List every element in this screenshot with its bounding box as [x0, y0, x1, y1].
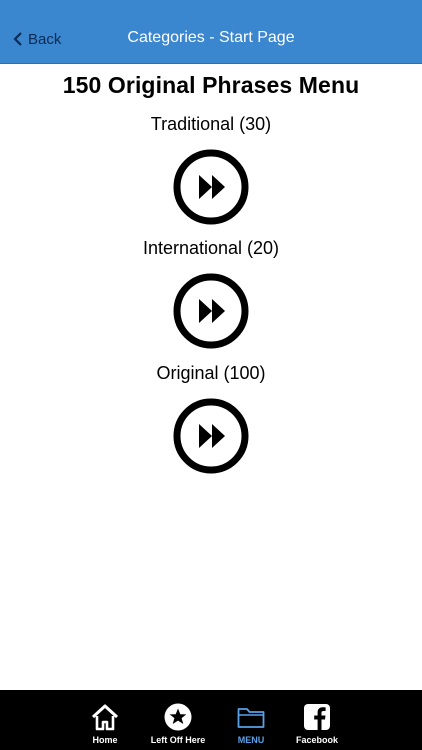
navigation-bar: Back Categories - Start Page	[0, 0, 422, 64]
tab-facebook[interactable]: Facebook	[284, 690, 350, 750]
home-icon	[91, 704, 119, 731]
tab-left-off-here[interactable]: Left Off Here	[138, 690, 218, 750]
category-traditional: Traditional (30)	[0, 114, 422, 226]
fast-forward-circle-icon[interactable]	[172, 397, 250, 475]
category-label: Traditional (30)	[150, 114, 272, 134]
tab-label: MENU	[237, 735, 265, 745]
fast-forward-circle-icon[interactable]	[172, 272, 250, 350]
page-title: 150 Original Phrases Menu	[62, 72, 360, 98]
star-icon	[164, 703, 192, 731]
category-label: International (20)	[142, 238, 280, 258]
facebook-icon	[304, 704, 330, 730]
main-content: 150 Original Phrases Menu Traditional (3…	[0, 64, 422, 690]
tab-label: Home	[92, 735, 118, 745]
tab-label: Left Off Here	[150, 735, 206, 745]
tab-menu[interactable]: MENU	[218, 690, 284, 750]
category-international: International (20)	[0, 238, 422, 350]
tab-label: Facebook	[295, 735, 338, 745]
tab-home[interactable]: Home	[72, 690, 138, 750]
nav-title: Categories - Start Page	[127, 29, 295, 46]
category-original: Original (100)	[0, 363, 422, 475]
folder-icon	[237, 708, 265, 728]
tab-bar: Home Left Off Here MENU Facebook	[0, 690, 422, 750]
category-label: Original (100)	[156, 363, 266, 383]
fast-forward-circle-icon[interactable]	[172, 148, 250, 226]
